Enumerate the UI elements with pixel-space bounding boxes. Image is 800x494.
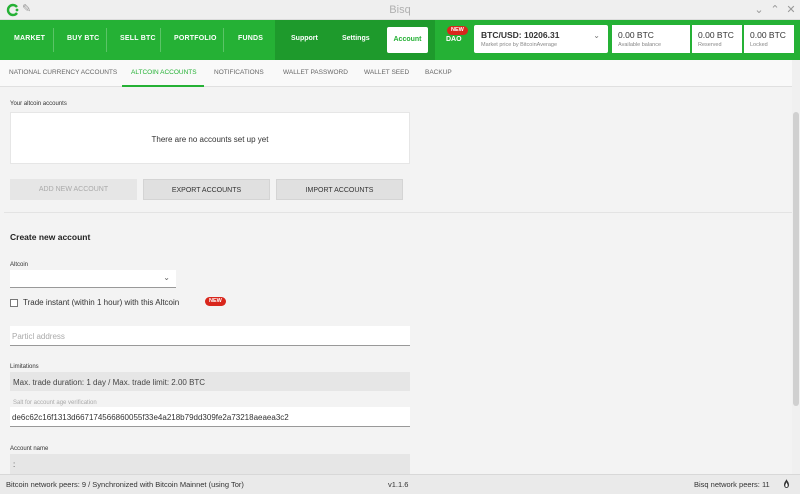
bitcoin-network-status: Bitcoin network peers: 9 / Synchronized …	[6, 480, 244, 489]
add-new-account-button[interactable]: ADD NEW ACCOUNT	[10, 179, 137, 200]
account-subtabs: NATIONAL CURRENCY ACCOUNTS ALTCOIN ACCOU…	[0, 60, 792, 87]
nav-portfolio[interactable]: PORTFOLIO	[174, 35, 217, 42]
accounts-list: There are no accounts set up yet	[10, 112, 410, 164]
reserved-balance: 0.00 BTC Reserved	[692, 25, 742, 53]
tab-wallet-password[interactable]: WALLET PASSWORD	[283, 69, 348, 76]
tor-onion-icon	[784, 479, 789, 488]
window-title: Bisq	[389, 4, 411, 16]
altcoin-select[interactable]: ⌄	[10, 270, 176, 288]
bisq-network-peers: Bisq network peers: 11	[694, 480, 770, 489]
create-account-title: Create new account	[10, 232, 91, 242]
title-bar: ✎ Bisq ⌄ ⌃ ✕	[0, 0, 800, 20]
address-input[interactable]: Particl address	[10, 326, 410, 346]
empty-accounts-message: There are no accounts set up yet	[151, 135, 269, 144]
account-name-field[interactable]: :	[10, 454, 410, 474]
tab-national-currency-accounts[interactable]: NATIONAL CURRENCY ACCOUNTS	[9, 69, 117, 76]
nav-settings[interactable]: Settings	[342, 35, 370, 42]
import-accounts-button[interactable]: IMPORT ACCOUNTS	[276, 179, 403, 200]
nav-account[interactable]: Account	[387, 27, 428, 53]
tab-notifications[interactable]: NOTIFICATIONS	[214, 69, 264, 76]
altcoin-label: Altcoin	[10, 262, 29, 268]
salt-label: Salt for account age verification	[13, 400, 97, 406]
nav-sell-btc[interactable]: SELL BTC	[120, 35, 156, 42]
export-accounts-button[interactable]: EXPORT ACCOUNTS	[143, 179, 270, 200]
nav-funds[interactable]: FUNDS	[238, 35, 263, 42]
trade-instant-label: Trade instant (within 1 hour) with this …	[23, 298, 180, 307]
account-name-label: Account name	[10, 446, 49, 452]
limitations-label: Limitations	[10, 364, 39, 370]
chevron-down-icon: ⌄	[163, 273, 170, 282]
market-price: BTC/USD: 10206.31	[481, 30, 560, 40]
market-price-selector[interactable]: BTC/USD: 10206.31 Market price by Bitcoi…	[474, 25, 608, 53]
status-bar: Bitcoin network peers: 9 / Synchronized …	[0, 474, 800, 494]
tab-wallet-seed[interactable]: WALLET SEED	[364, 69, 409, 76]
tab-altcoin-accounts[interactable]: ALTCOIN ACCOUNTS	[131, 69, 197, 76]
active-tab-indicator	[122, 85, 204, 87]
nav-support[interactable]: Support	[291, 35, 318, 42]
scroll-thumb[interactable]	[793, 112, 799, 406]
salt-input[interactable]: de6c62c16f1313d667174566860055f33e4a218b…	[10, 407, 410, 427]
close-icon[interactable]: ✕	[784, 3, 798, 17]
market-price-source: Market price by BitcoinAverage	[481, 42, 558, 48]
nav-dao[interactable]: DAO	[446, 36, 462, 43]
locked-balance: 0.00 BTC Locked	[744, 25, 794, 53]
tab-backup[interactable]: BACKUP	[425, 69, 452, 76]
nav-buy-btc[interactable]: BUY BTC	[67, 35, 99, 42]
minimize-icon[interactable]: ⌄	[752, 3, 766, 17]
trade-instant-new-badge: NEW	[205, 297, 226, 306]
available-balance: 0.00 BTC Available balance	[612, 25, 690, 53]
trade-instant-checkbox[interactable]	[10, 299, 18, 307]
maximize-icon[interactable]: ⌃	[768, 3, 782, 17]
limitations-field: Max. trade duration: 1 day / Max. trade …	[10, 372, 410, 391]
chevron-down-icon: ⌄	[593, 31, 600, 40]
scrollbar[interactable]	[792, 60, 800, 474]
your-accounts-label: Your altcoin accounts	[10, 101, 67, 107]
nav-market[interactable]: MARKET	[14, 35, 45, 42]
dao-new-badge: NEW	[447, 26, 468, 35]
version-label: v1.1.6	[388, 480, 409, 489]
